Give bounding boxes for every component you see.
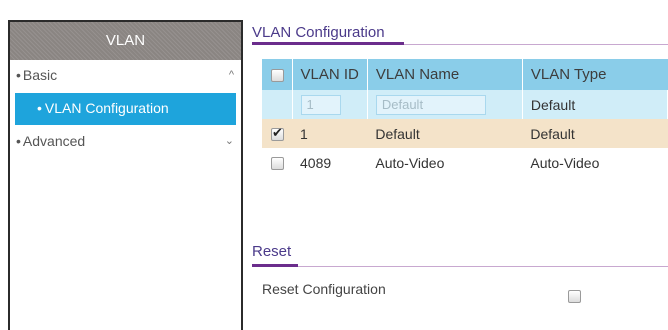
reset-configuration-checkbox[interactable]	[568, 290, 581, 303]
section-title-reset: Reset	[252, 243, 292, 260]
sidebar-item-advanced[interactable]: • Advanced ⌄	[10, 129, 241, 155]
table-row-input: 1 Default Default	[262, 90, 668, 119]
vlan-name-cell: Default	[367, 90, 523, 119]
vlan-type-value: Default	[522, 90, 668, 119]
vlan-id-input[interactable]: 1	[300, 94, 341, 115]
vlan-type-value: Default	[530, 125, 575, 142]
column-header-vlan-id[interactable]: VLAN ID	[292, 59, 368, 90]
column-header-vlan-name[interactable]: VLAN Name	[367, 59, 523, 90]
table-header-row: VLAN ID VLAN Name VLAN Type	[262, 59, 668, 90]
bullet-icon: •	[16, 67, 21, 83]
section-divider	[252, 266, 668, 267]
select-all-cell	[262, 59, 293, 90]
sidebar-item-vlan-configuration[interactable]: • VLAN Configuration	[15, 93, 236, 125]
vlan-id-cell: 1	[292, 90, 368, 119]
vlan-name-value: Default	[375, 125, 420, 142]
vlan-id-value: 4089	[300, 154, 332, 171]
chevron-down-icon[interactable]: ⌄	[225, 129, 234, 153]
bullet-icon: •	[37, 100, 42, 116]
sidebar-item-label: VLAN Configuration	[44, 100, 169, 116]
vlan-name-input[interactable]: Default	[375, 94, 486, 115]
section-underline	[252, 264, 298, 267]
empty-cell	[262, 90, 293, 119]
row-checkbox[interactable]	[271, 157, 284, 171]
bullet-icon: •	[16, 133, 21, 149]
table-row[interactable]: ✔ 1 Default Default	[262, 119, 668, 148]
vlan-id-value: 1	[300, 125, 308, 142]
sidebar-item-label: Basic	[22, 67, 58, 83]
row-checkbox-cell: ✔	[262, 119, 292, 148]
sidebar-item-basic[interactable]: • Basic ^	[10, 63, 241, 89]
vlan-type-value: Auto-Video	[530, 154, 600, 171]
row-checkbox[interactable]: ✔	[271, 125, 284, 142]
sidebar-nav: VLAN • Basic ^ • VLAN Configuration • Advan…	[8, 20, 243, 330]
select-all-checkbox[interactable]	[271, 68, 284, 82]
table-row[interactable]: 4089 Auto-Video Auto-Video	[262, 148, 668, 177]
column-header-vlan-type[interactable]: VLAN Type	[522, 59, 667, 90]
chevron-up-icon[interactable]: ^	[229, 63, 234, 87]
sidebar-header: VLAN	[10, 22, 241, 60]
sidebar-item-label: Advanced	[22, 133, 86, 149]
vlan-name-value: Auto-Video	[375, 154, 445, 171]
reset-configuration-label: Reset Configuration	[262, 281, 386, 297]
row-checkbox-cell	[262, 148, 292, 177]
checkmark-icon: ✔	[272, 125, 283, 141]
section-title-vlan-configuration: VLAN Configuration	[252, 24, 385, 41]
vlan-table: VLAN ID VLAN Name VLAN Type 1 Default De…	[262, 59, 668, 177]
section-underline	[252, 42, 404, 45]
